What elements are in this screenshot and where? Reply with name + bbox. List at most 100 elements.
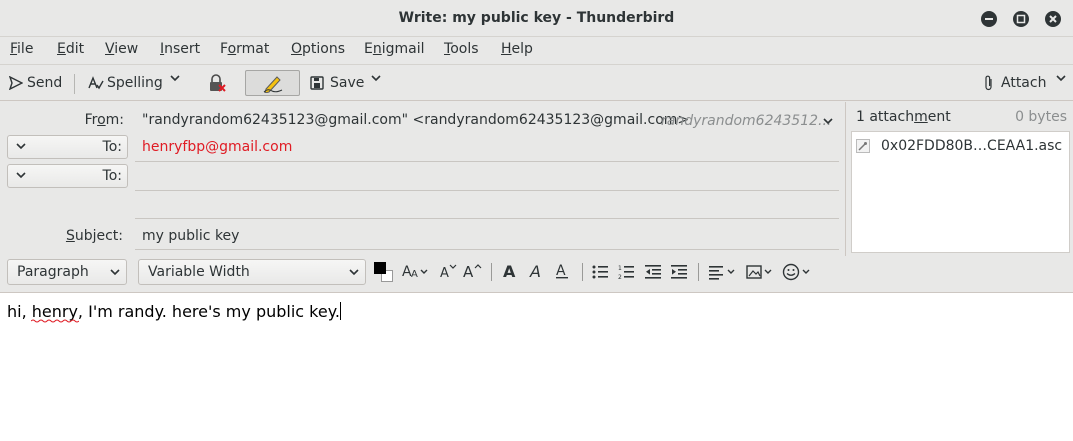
menu-options[interactable]: Options <box>291 41 345 57</box>
subject-field[interactable]: my public key <box>135 223 839 249</box>
font-larger-icon: A <box>463 263 482 281</box>
to-field-2[interactable] <box>135 164 839 190</box>
attachment-count[interactable]: 1 attachment <box>856 109 951 125</box>
underline-button[interactable]: A <box>555 262 571 284</box>
bold-button[interactable]: A <box>503 262 519 284</box>
menu-insert[interactable]: Insert <box>160 41 200 57</box>
decrease-font-size-button[interactable]: A <box>439 262 457 284</box>
spelling-label: Spelling <box>107 75 163 91</box>
enigmail-encrypt-toggle[interactable] <box>207 73 227 93</box>
attachment-name: 0x02FDD80B…CEAA1.asc <box>881 138 1063 154</box>
align-icon <box>709 266 735 280</box>
maximize-icon <box>1016 14 1026 24</box>
outdent-button[interactable] <box>645 264 661 284</box>
toolbar-separator <box>74 74 75 94</box>
format-toolbar: Paragraph Variable Width AA A A A A A 12 <box>0 256 1073 290</box>
minimize-button[interactable] <box>981 11 997 27</box>
spelling-dropdown[interactable] <box>170 75 180 83</box>
maximize-button[interactable] <box>1013 11 1029 27</box>
paragraph-format-select[interactable]: Paragraph <box>7 259 127 285</box>
window-title: Write: my public key - Thunderbird <box>398 10 675 26</box>
recipient-type-select-2[interactable]: To: <box>7 164 128 188</box>
field-divider <box>135 190 839 191</box>
spell-check-icon <box>88 76 104 90</box>
menu-enigmail[interactable]: Enigmail <box>364 41 425 57</box>
attach-button[interactable]: Attach <box>984 75 1046 91</box>
outdent-icon <box>645 265 661 279</box>
save-label: Save <box>330 75 365 91</box>
underline-icon: A <box>556 263 568 279</box>
menu-help[interactable]: Help <box>501 41 533 57</box>
title-bar: Write: my public key - Thunderbird <box>0 0 1073 37</box>
menu-format[interactable]: Format <box>220 41 269 57</box>
spelling-error-underline <box>31 319 79 323</box>
recipient-type-label-2: To: <box>102 168 122 184</box>
from-select[interactable]: "randyrandom62435123@gmail.com" <randyra… <box>135 106 839 132</box>
svg-text:1: 1 <box>618 265 622 272</box>
chevron-down-icon <box>16 172 26 179</box>
save-dropdown[interactable] <box>371 75 381 83</box>
menu-edit[interactable]: Edit <box>57 41 84 57</box>
svg-text:A: A <box>463 263 474 280</box>
chevron-down-icon <box>110 269 120 276</box>
text-color-button[interactable] <box>373 261 395 283</box>
bold-icon: A <box>503 262 516 281</box>
attachment-pane: 1 attachment 0 bytes 0x02FDD80B…CEAA1.as… <box>845 102 1073 256</box>
svg-text:A: A <box>503 262 516 280</box>
paragraph-format-value: Paragraph <box>17 264 89 280</box>
indent-button[interactable] <box>671 264 687 284</box>
format-separator <box>491 263 492 281</box>
image-icon <box>746 265 772 279</box>
chevron-down-icon <box>1056 75 1066 82</box>
format-separator <box>698 263 699 281</box>
font-size-button[interactable]: AA <box>402 262 428 284</box>
bullet-list-icon <box>592 265 608 279</box>
attachment-item[interactable]: 0x02FDD80B…CEAA1.asc <box>856 138 1062 154</box>
from-identity: randyrandom6243512... <box>661 113 832 129</box>
enigmail-sign-toggle[interactable] <box>245 70 300 96</box>
save-button[interactable]: Save <box>310 75 364 91</box>
menu-file[interactable]: File <box>10 41 33 57</box>
chevron-down-icon <box>349 269 359 276</box>
insert-image-button[interactable] <box>746 264 774 284</box>
format-separator <box>582 263 583 281</box>
insert-smiley-button[interactable] <box>782 263 812 285</box>
menu-tools[interactable]: Tools <box>444 41 479 57</box>
bullet-list-button[interactable] <box>592 264 608 284</box>
from-label: From: <box>84 112 124 128</box>
compose-header: From: "randyrandom62435123@gmail.com" <r… <box>0 102 845 256</box>
italic-button[interactable]: A <box>529 262 545 284</box>
menu-view[interactable]: View <box>105 41 138 57</box>
text-color-swatch <box>374 262 386 274</box>
from-value: "randyrandom62435123@gmail.com" <randyra… <box>142 112 690 128</box>
attachment-list: 0x02FDD80B…CEAA1.asc <box>851 131 1070 253</box>
subject-value: my public key <box>142 228 240 244</box>
font-family-select[interactable]: Variable Width <box>138 259 366 285</box>
field-divider <box>135 218 839 219</box>
send-button[interactable]: Send <box>9 75 62 91</box>
paperclip-icon <box>985 75 992 91</box>
attach-label: Attach <box>1001 75 1047 91</box>
recipient-type-select[interactable]: To: <box>7 135 128 159</box>
minimize-icon <box>985 18 993 20</box>
to-field[interactable]: henryfbp@gmail.com <box>135 135 839 161</box>
spelling-button[interactable]: Spelling <box>88 75 163 91</box>
numbered-list-icon: 12 <box>618 265 634 281</box>
message-body-editor[interactable]: hi, henry, I'm randy. here's my public k… <box>0 292 1073 441</box>
attachment-size: 0 bytes <box>1015 109 1067 125</box>
font-family-value: Variable Width <box>148 264 250 280</box>
recipient-type-label: To: <box>102 139 122 155</box>
close-icon <box>1049 15 1057 23</box>
smiley-icon <box>782 263 810 281</box>
svg-text:A: A <box>411 269 418 280</box>
to-field-3[interactable] <box>135 193 839 218</box>
lock-disabled-icon <box>210 74 226 92</box>
close-button[interactable] <box>1045 11 1061 27</box>
chevron-down-icon <box>823 118 833 125</box>
chevron-down-icon <box>170 75 180 82</box>
save-icon <box>310 76 324 90</box>
increase-font-size-button[interactable]: A <box>463 262 483 284</box>
attach-dropdown[interactable] <box>1056 75 1066 83</box>
alignment-button[interactable] <box>709 264 737 284</box>
numbered-list-button[interactable]: 12 <box>618 264 634 284</box>
